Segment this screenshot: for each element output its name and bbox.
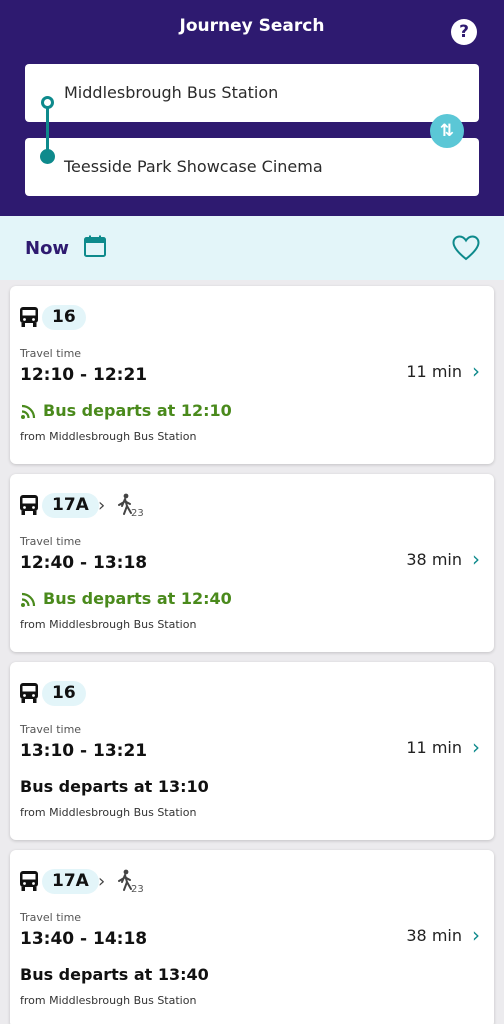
swap-button[interactable]: ⇅ (430, 114, 464, 148)
route-number-badge: 16 (42, 305, 86, 330)
chevron-right-icon[interactable]: › (472, 923, 480, 947)
journey-times: 13:40 - 14:18 (20, 929, 148, 949)
origin-dot-icon (41, 96, 54, 109)
departure-stop: from Middlesbrough Bus Station (20, 430, 197, 443)
realtime-signal-icon (21, 404, 36, 419)
destination-field[interactable]: Teesside Park Showcase Cinema (25, 138, 479, 196)
departure-status: Bus departs at 12:10 (43, 401, 232, 420)
departure-stop: from Middlesbrough Bus Station (20, 618, 197, 631)
journey-times: 12:40 - 13:18 (20, 553, 148, 573)
chevron-right-icon[interactable]: › (472, 735, 480, 759)
departure-status: Bus departs at 13:40 (20, 965, 209, 984)
journey-times: 12:10 - 12:21 (20, 365, 148, 385)
departure-status: Bus departs at 13:10 (20, 777, 209, 796)
time-now-label[interactable]: Now (25, 238, 69, 259)
route-number-badge: 17A (42, 493, 99, 518)
journey-duration: 11 min (406, 362, 462, 381)
calendar-icon[interactable] (83, 234, 107, 258)
chevron-right-icon[interactable]: › (472, 547, 480, 571)
journey-duration: 11 min (406, 738, 462, 757)
bus-icon (20, 495, 38, 515)
bus-icon (20, 871, 38, 891)
help-button[interactable]: ? (451, 19, 477, 45)
journey-card[interactable]: 17A › 23 Travel time 12:40 - 13:18 38 mi… (10, 474, 494, 652)
travel-time-label: Travel time (20, 535, 82, 548)
walk-minutes: 23 (131, 884, 144, 895)
route-number-badge: 17A (42, 869, 99, 894)
departure-status: Bus departs at 12:40 (43, 589, 232, 608)
departure-stop: from Middlesbrough Bus Station (20, 806, 197, 819)
destination-text: Teesside Park Showcase Cinema (64, 157, 323, 176)
origin-text: Middlesbrough Bus Station (64, 83, 279, 102)
favourite-heart-icon[interactable] (452, 235, 480, 261)
journey-card[interactable]: 17A › 23 Travel time 13:40 - 14:18 38 mi… (10, 850, 494, 1024)
chevron-right-icon[interactable]: › (472, 359, 480, 383)
travel-time-label: Travel time (20, 911, 82, 924)
journey-duration: 38 min (406, 550, 462, 569)
chevron-right-icon: › (98, 871, 106, 892)
journey-duration: 38 min (406, 926, 462, 945)
bus-icon (20, 683, 38, 703)
destination-dot-icon (40, 149, 55, 164)
realtime-signal-icon (21, 592, 36, 607)
origin-field[interactable]: Middlesbrough Bus Station (25, 64, 479, 122)
travel-time-label: Travel time (20, 347, 82, 360)
journey-search-header: Journey Search ? Middlesbrough Bus Stati… (0, 0, 504, 216)
page-title: Journey Search (179, 16, 325, 36)
time-selector-bar: Now (0, 216, 504, 280)
bus-icon (20, 307, 38, 327)
travel-time-label: Travel time (20, 723, 82, 736)
route-number-badge: 16 (42, 681, 86, 706)
departure-stop: from Middlesbrough Bus Station (20, 994, 197, 1007)
walk-minutes: 23 (131, 508, 144, 519)
journey-card[interactable]: 16 Travel time 12:10 - 12:21 11 min › Bu… (10, 286, 494, 464)
journey-card[interactable]: 16 Travel time 13:10 - 13:21 11 min › Bu… (10, 662, 494, 840)
journey-times: 13:10 - 13:21 (20, 741, 148, 761)
chevron-right-icon: › (98, 495, 106, 516)
